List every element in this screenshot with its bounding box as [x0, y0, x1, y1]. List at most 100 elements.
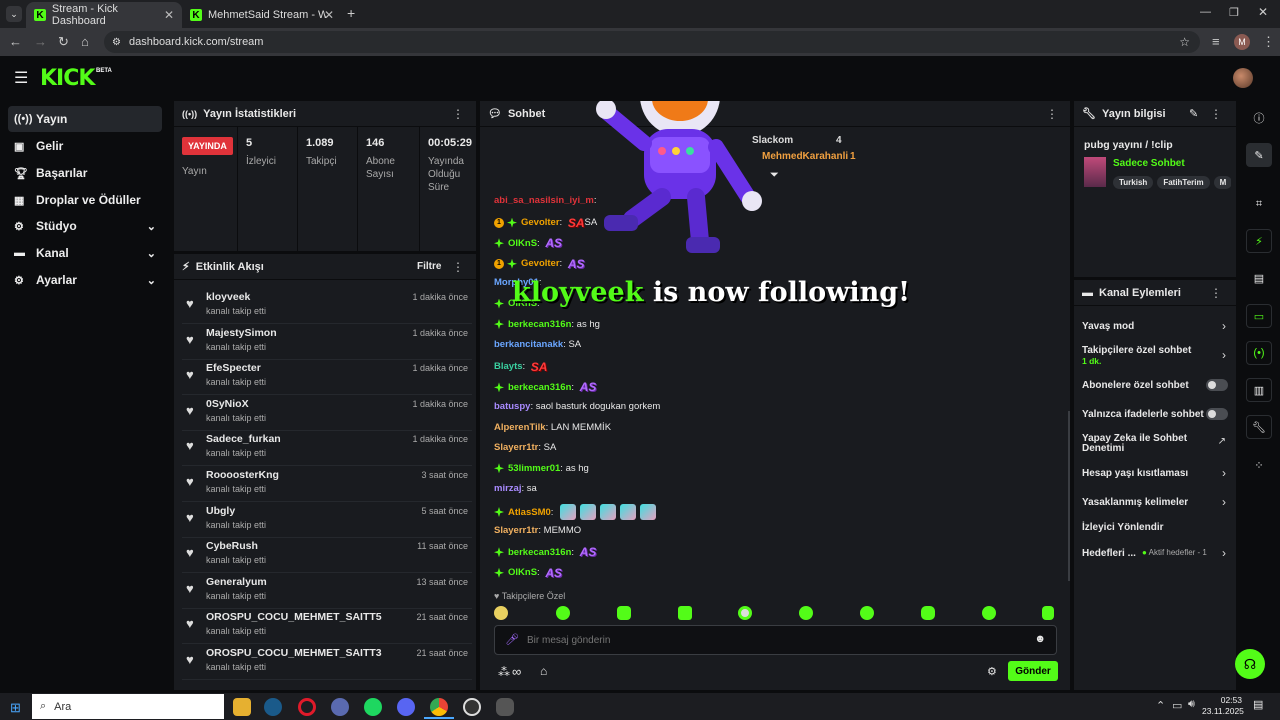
layout-icon[interactable]: ▥ — [1246, 378, 1272, 402]
activity-username[interactable]: RoooosterKng — [206, 469, 279, 481]
activity-username[interactable]: Generalyum — [206, 576, 267, 588]
home-icon[interactable]: ⌂ — [81, 34, 89, 49]
ai-moderation-item[interactable]: Yapay Zeka ile Sohbet Denetimi — [1082, 434, 1228, 454]
chat-username[interactable]: Slayerr1tr — [494, 525, 538, 536]
emote-icon[interactable] — [494, 606, 508, 620]
tray-chevron-icon[interactable]: ⌃ — [1156, 699, 1165, 712]
chat-username[interactable]: Gevolter — [521, 217, 560, 228]
new-tab-icon[interactable]: + — [347, 5, 355, 21]
emoji-picker-icon[interactable]: ☻ — [1034, 633, 1046, 645]
taskbar-clock[interactable]: 02:53 23.11.2025 — [1202, 695, 1244, 717]
tag-chip[interactable]: M — [1213, 176, 1231, 189]
send-button[interactable]: Gönder — [1008, 661, 1058, 681]
app-icon[interactable] — [496, 698, 514, 716]
chat-username[interactable]: OlKnS — [508, 567, 537, 578]
raid-viewers-item[interactable]: İzleyici Yönlendir — [1082, 522, 1228, 533]
store-icon[interactable]: ⌂ — [540, 664, 547, 678]
tag-chip[interactable]: FatihTerim — [1157, 176, 1210, 189]
chat-username[interactable]: OlKnS — [508, 238, 537, 249]
filter-button[interactable]: Filtre — [417, 261, 441, 272]
lightning-icon[interactable]: ⚡︎ — [1246, 229, 1272, 253]
chat-username[interactable]: Gevolter — [521, 258, 560, 269]
category-name[interactable]: Sadece Sohbet — [1113, 158, 1185, 169]
chat-username[interactable]: berkecan316n — [508, 319, 571, 330]
steam-icon[interactable] — [264, 698, 282, 716]
opera-icon[interactable] — [298, 698, 316, 716]
file-explorer-icon[interactable] — [233, 698, 251, 716]
url-field[interactable]: ⚙ dashboard.kick.com/stream ☆ — [104, 31, 1200, 53]
activity-username[interactable]: CybeRush — [206, 540, 258, 552]
sidebar-item-kanal[interactable]: ▬ Kanal ⌄ — [8, 240, 162, 266]
network-icon[interactable]: ▭ — [1172, 699, 1182, 712]
media-icon[interactable]: ≡ — [1212, 34, 1220, 49]
activity-username[interactable]: Ubgly — [206, 505, 235, 517]
slow-mode-item[interactable]: Yavaş mod — [1082, 321, 1228, 332]
edit-icon[interactable]: ✎ — [1246, 143, 1272, 167]
emote-icon[interactable] — [921, 606, 935, 620]
emote-icon[interactable] — [799, 606, 813, 620]
volume-icon[interactable]: 🔊︎ — [1188, 698, 1195, 711]
chat-username[interactable]: AlperenTilk — [494, 422, 546, 433]
edit-pencil-icon[interactable]: ✎ — [1189, 107, 1198, 120]
chat-username[interactable]: berkecan316n — [508, 547, 571, 558]
chat-menu-icon[interactable]: ⋮ — [1046, 107, 1058, 121]
browser-tab-dashboard[interactable]: K Stream - Kick Dashboard ✕ — [26, 2, 182, 28]
chat-message-input[interactable] — [527, 631, 1007, 649]
spotify-icon[interactable] — [364, 698, 382, 716]
emote-icon[interactable] — [982, 606, 996, 620]
minimize-icon[interactable]: — — [1200, 6, 1211, 18]
tab-search-icon[interactable]: ⌄ — [6, 6, 22, 22]
chat-scrollbar[interactable] — [1068, 411, 1070, 581]
activity-username[interactable]: Sadece_furkan — [206, 433, 281, 445]
close-window-icon[interactable]: ✕ — [1258, 5, 1268, 19]
channel-actions-menu-icon[interactable]: ⋮ — [1210, 286, 1222, 300]
chat-username[interactable]: AtlasSM0 — [508, 507, 551, 518]
banned-words-item[interactable]: Yasaklanmış kelimeler — [1082, 497, 1228, 508]
sidebar-item-basarilar[interactable]: 🏆︎ Başarılar — [8, 160, 162, 186]
stream-info-menu-icon[interactable]: ⋮ — [1210, 107, 1222, 121]
close-tab-icon[interactable]: ✕ — [164, 8, 174, 22]
account-age-item[interactable]: Hesap yaşı kısıtlaması — [1082, 468, 1228, 479]
document-icon[interactable]: ▤ — [1246, 266, 1272, 290]
sidebar-item-gelir[interactable]: ▣ Gelir — [8, 133, 162, 159]
infinity-icon[interactable]: ∞ — [512, 664, 521, 679]
wrench-icon[interactable]: 🔧︎ — [1246, 415, 1272, 439]
close-tab-icon[interactable]: ✕ — [324, 8, 334, 22]
windows-start-icon[interactable]: ⊞ — [10, 700, 21, 716]
chat-username[interactable]: Blayts — [494, 361, 523, 372]
discord-icon[interactable] — [397, 698, 415, 716]
activity-menu-icon[interactable]: ⋮ — [452, 260, 464, 274]
subscribers-only-toggle[interactable] — [1206, 379, 1228, 391]
chat-username[interactable]: berkecan316n — [508, 382, 571, 393]
apps-icon[interactable]: ⁘ — [1246, 453, 1272, 477]
browser-menu-icon[interactable]: ⋮ — [1262, 34, 1275, 50]
stats-menu-icon[interactable]: ⋮ — [452, 107, 464, 121]
followers-only-chat-item[interactable]: Takipçilere özel sohbet 1 dk. — [1082, 345, 1228, 367]
chat-username[interactable]: mirzaj — [494, 483, 521, 494]
info-icon[interactable]: ⓘ — [1246, 106, 1272, 130]
activity-username[interactable]: OROSPU_COCU_MEHMET_SAITT5 — [206, 611, 382, 623]
emote-icon[interactable] — [1042, 606, 1054, 620]
app-icon[interactable] — [331, 698, 349, 716]
microphone-icon[interactable]: 🎤︎ — [505, 633, 519, 646]
user-avatar[interactable] — [1233, 68, 1253, 88]
back-icon[interactable]: ← — [9, 34, 22, 49]
activity-username[interactable]: kloyveek — [206, 291, 250, 303]
reload-icon[interactable]: ↻ — [58, 34, 69, 50]
chat-username[interactable]: batuspy — [494, 401, 530, 412]
capture-icon[interactable]: ⌗ — [1246, 192, 1272, 216]
chrome-icon[interactable] — [430, 698, 448, 716]
emote-icon[interactable] — [738, 606, 752, 620]
chat-icon[interactable]: ▭ — [1246, 304, 1272, 328]
sidebar-item-studyo[interactable]: ⚙ Stüdyo ⌄ — [8, 213, 162, 239]
chat-username[interactable]: berkancitanakk — [494, 339, 563, 350]
kick-logo[interactable]: KICK — [40, 66, 95, 91]
notification-icon[interactable]: ▤ — [1253, 698, 1263, 711]
sidebar-item-droplar[interactable]: ▦ Droplar ve Ödüller — [8, 187, 162, 213]
emote-icon[interactable] — [678, 606, 692, 620]
support-chat-button[interactable]: ☊ — [1235, 649, 1265, 679]
emote-icon[interactable] — [556, 606, 570, 620]
chat-settings-icon[interactable]: ⚙ — [987, 665, 997, 678]
points-icon[interactable]: ⁂ — [498, 665, 510, 679]
emote-icon[interactable] — [860, 606, 874, 620]
